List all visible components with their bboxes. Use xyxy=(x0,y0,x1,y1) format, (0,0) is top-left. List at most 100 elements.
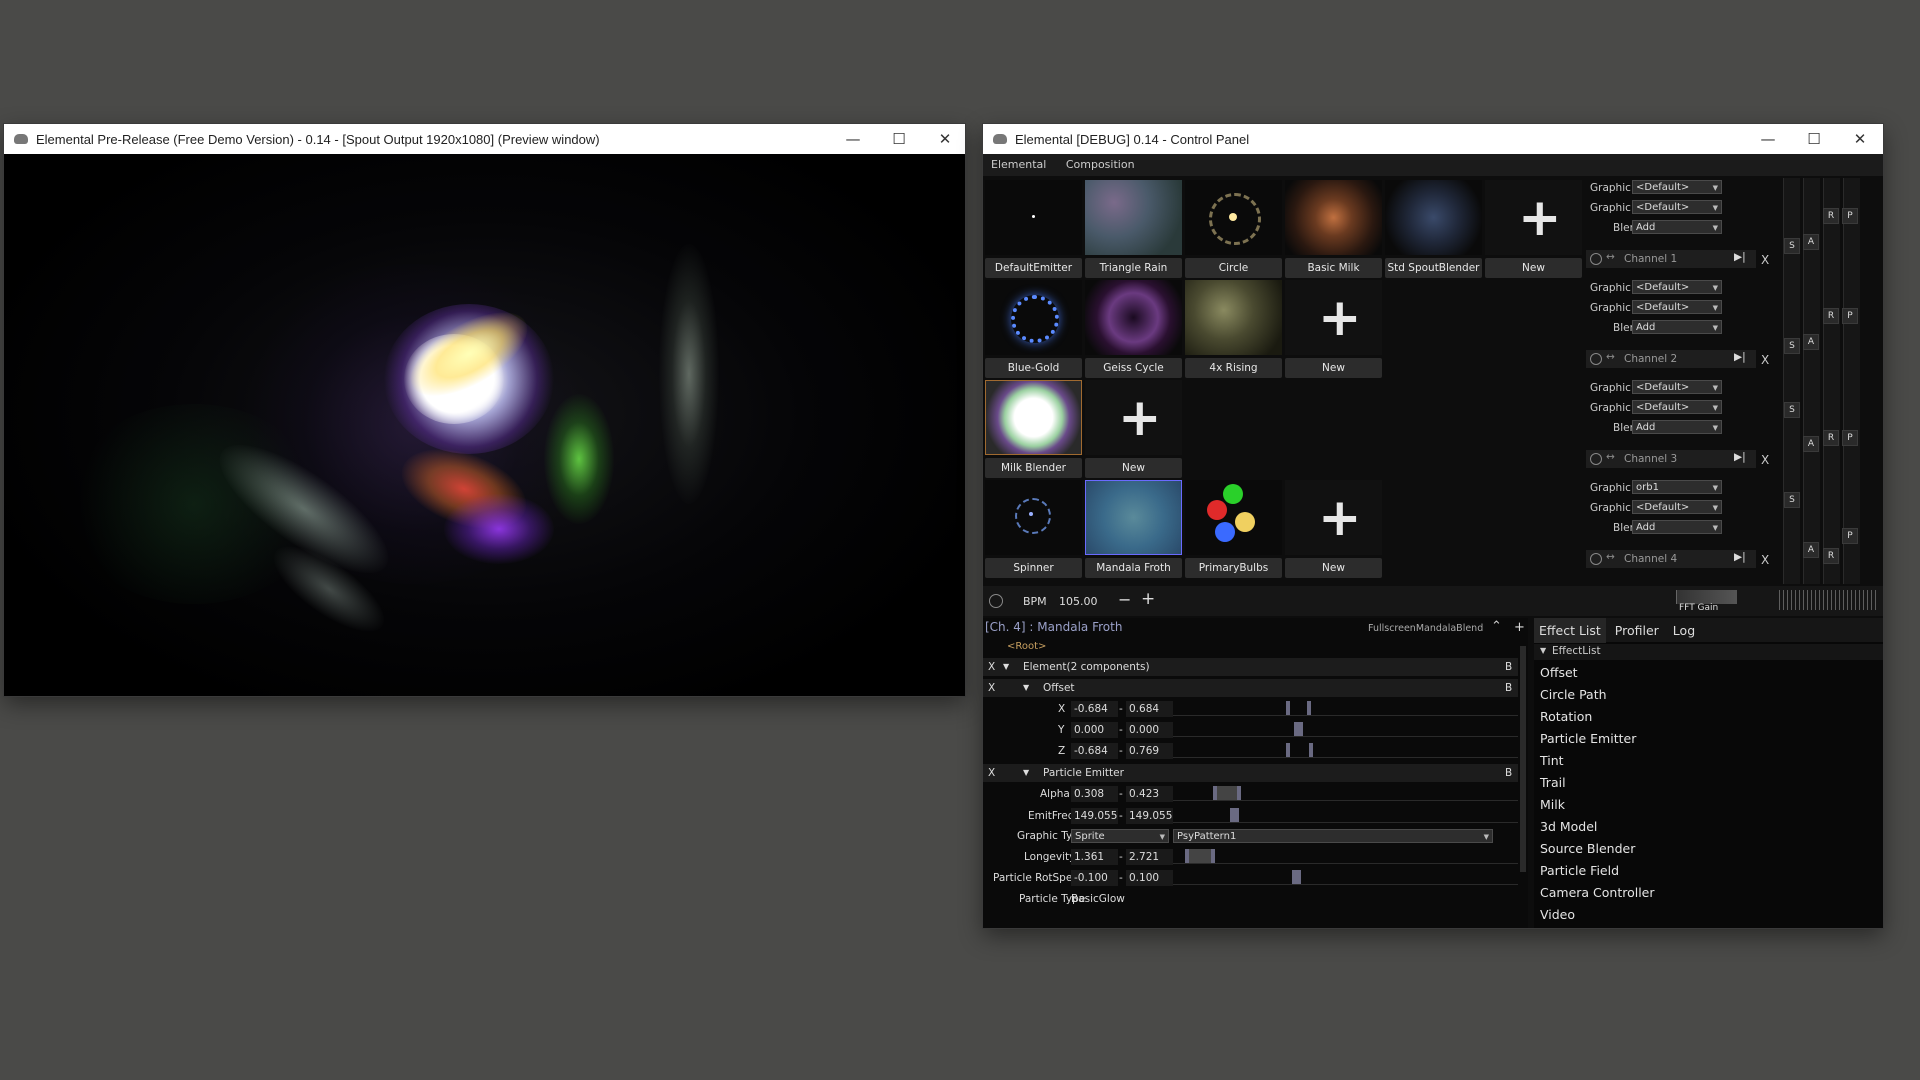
particle-emitter-row[interactable]: X ▼ Particle Emitter B xyxy=(983,764,1518,782)
min-field[interactable]: -0.684 xyxy=(1071,743,1118,759)
tile-milk-blender[interactable]: Milk Blender xyxy=(985,380,1082,480)
range-slider[interactable] xyxy=(1173,870,1518,885)
graphic1-select[interactable]: <Default> xyxy=(1632,380,1722,394)
r-button[interactable]: R xyxy=(1823,430,1839,446)
bpm-value[interactable]: 105.00 xyxy=(1059,595,1098,608)
graphic1-select[interactable]: <Default> xyxy=(1632,280,1722,294)
tab-profiler[interactable]: Profiler xyxy=(1610,618,1664,643)
channel-4-bar[interactable]: ↔ Channel 4 ▶| xyxy=(1586,550,1756,568)
graphic2-select[interactable]: <Default> xyxy=(1632,400,1722,414)
max-field[interactable]: 0.000 xyxy=(1126,722,1173,738)
tap-icon[interactable] xyxy=(989,594,1003,608)
tile-triangle-rain[interactable]: Triangle Rain xyxy=(1085,180,1182,280)
cp-titlebar[interactable]: Elemental [DEBUG] 0.14 - Control Panel —… xyxy=(983,124,1883,154)
channel-close-button[interactable]: X xyxy=(1761,553,1769,567)
p-button[interactable]: P xyxy=(1842,430,1858,446)
effect-item-tint[interactable]: Tint xyxy=(1540,753,1564,768)
max-field[interactable]: 149.055 xyxy=(1126,808,1173,824)
blend-select[interactable]: Add xyxy=(1632,220,1722,234)
solo-button[interactable]: S xyxy=(1784,402,1800,418)
max-field[interactable]: 0.423 xyxy=(1126,786,1173,802)
bpm-decrease-button[interactable]: − xyxy=(1118,590,1131,609)
tile-geiss-cycle[interactable]: Geiss Cycle xyxy=(1085,280,1182,380)
range-slider[interactable] xyxy=(1173,722,1518,737)
play-icon[interactable]: ▶| xyxy=(1734,251,1746,263)
graphic1-select[interactable]: orb1 xyxy=(1632,480,1722,494)
bpm-increase-button[interactable]: + xyxy=(1141,589,1155,609)
b-button[interactable]: B xyxy=(1505,764,1512,782)
play-icon[interactable]: ▶| xyxy=(1734,351,1746,363)
channel-2-bar[interactable]: ↔ Channel 2 ▶| xyxy=(1586,350,1756,368)
remove-button[interactable]: X xyxy=(988,764,995,782)
b-button[interactable]: B xyxy=(1505,658,1512,676)
tile-new[interactable]: + New xyxy=(1285,280,1382,380)
r-button[interactable]: R xyxy=(1823,208,1839,224)
a-button[interactable]: A xyxy=(1803,436,1819,452)
blend-select[interactable]: Add xyxy=(1632,320,1722,334)
channel-close-button[interactable]: X xyxy=(1761,353,1769,367)
effect-item-particle-field[interactable]: Particle Field xyxy=(1540,863,1619,878)
tile-circle[interactable]: Circle xyxy=(1185,180,1282,280)
max-field[interactable]: 2.721 xyxy=(1126,849,1173,865)
add-component-button[interactable]: + xyxy=(1514,620,1525,635)
expand-icon[interactable]: ▼ xyxy=(1003,658,1009,676)
r-button[interactable]: R xyxy=(1823,548,1839,564)
solo-button[interactable]: S xyxy=(1784,338,1800,354)
effect-item-video[interactable]: Video xyxy=(1540,907,1575,922)
blend-select[interactable]: Add xyxy=(1632,520,1722,534)
scrollbar[interactable] xyxy=(1520,646,1526,872)
min-field[interactable]: 1.361 xyxy=(1071,849,1118,865)
range-slider[interactable] xyxy=(1173,808,1518,823)
effect-tree-root[interactable]: ▼ EffectList xyxy=(1534,644,1883,660)
tile-new[interactable]: + New xyxy=(1485,180,1582,280)
range-slider[interactable] xyxy=(1173,743,1518,758)
tile-primarybulbs[interactable]: PrimaryBulbs xyxy=(1185,480,1282,580)
root-breadcrumb[interactable]: <Root> xyxy=(1007,641,1046,652)
close-button[interactable]: ✕ xyxy=(922,124,968,154)
min-field[interactable]: -0.100 xyxy=(1071,870,1118,886)
menu-composition[interactable]: Composition xyxy=(1058,154,1143,175)
tab-log[interactable]: Log xyxy=(1668,618,1700,643)
expand-icon[interactable]: ▼ xyxy=(1023,679,1029,697)
graphic1-select[interactable]: <Default> xyxy=(1632,180,1722,194)
a-button[interactable]: A xyxy=(1803,542,1819,558)
min-field[interactable]: 149.055 xyxy=(1071,808,1118,824)
max-field[interactable]: 0.684 xyxy=(1126,701,1173,717)
remove-button[interactable]: X xyxy=(988,658,995,676)
channel-1-bar[interactable]: ↔ Channel 1 ▶| xyxy=(1586,250,1756,268)
p-button[interactable]: P xyxy=(1842,528,1858,544)
effect-item-3d-model[interactable]: 3d Model xyxy=(1540,819,1597,834)
solo-button[interactable]: S xyxy=(1784,238,1800,254)
range-slider[interactable] xyxy=(1173,849,1518,864)
solo-button[interactable]: S xyxy=(1784,492,1800,508)
r-button[interactable]: R xyxy=(1823,308,1839,324)
tile-blue-gold[interactable]: Blue-Gold xyxy=(985,280,1082,380)
max-field[interactable]: 0.769 xyxy=(1126,743,1173,759)
b-button[interactable]: B xyxy=(1505,679,1512,697)
play-icon[interactable]: ▶| xyxy=(1734,551,1746,563)
channel-close-button[interactable]: X xyxy=(1761,253,1769,267)
graphic-type-select[interactable]: Sprite xyxy=(1071,829,1169,843)
pattern-select[interactable]: PsyPattern1 xyxy=(1173,829,1493,843)
channel-close-button[interactable]: X xyxy=(1761,453,1769,467)
min-field[interactable]: 0.000 xyxy=(1071,722,1118,738)
effect-item-rotation[interactable]: Rotation xyxy=(1540,709,1592,724)
expand-icon[interactable]: ▼ xyxy=(1023,764,1029,782)
preview-titlebar[interactable]: Elemental Pre-Release (Free Demo Version… xyxy=(4,124,965,154)
blend-select[interactable]: Add xyxy=(1632,420,1722,434)
offset-row[interactable]: X ▼ Offset B xyxy=(983,679,1518,697)
effect-item-particle-emitter[interactable]: Particle Emitter xyxy=(1540,731,1636,746)
effect-item-circle-path[interactable]: Circle Path xyxy=(1540,687,1607,702)
tile-spinner[interactable]: Spinner xyxy=(985,480,1082,580)
range-slider[interactable] xyxy=(1173,786,1518,801)
range-slider[interactable] xyxy=(1173,701,1518,716)
power-icon[interactable] xyxy=(1590,453,1602,465)
tile-defaultemitter[interactable]: DefaultEmitter xyxy=(985,180,1082,280)
tile-4x-rising[interactable]: 4x Rising xyxy=(1185,280,1282,380)
effect-item-milk[interactable]: Milk xyxy=(1540,797,1565,812)
min-field[interactable]: -0.684 xyxy=(1071,701,1118,717)
graphic2-select[interactable]: <Default> xyxy=(1632,300,1722,314)
graphic2-select[interactable]: <Default> xyxy=(1632,200,1722,214)
graphic2-select[interactable]: <Default> xyxy=(1632,500,1722,514)
effect-item-camera-controller[interactable]: Camera Controller xyxy=(1540,885,1655,900)
